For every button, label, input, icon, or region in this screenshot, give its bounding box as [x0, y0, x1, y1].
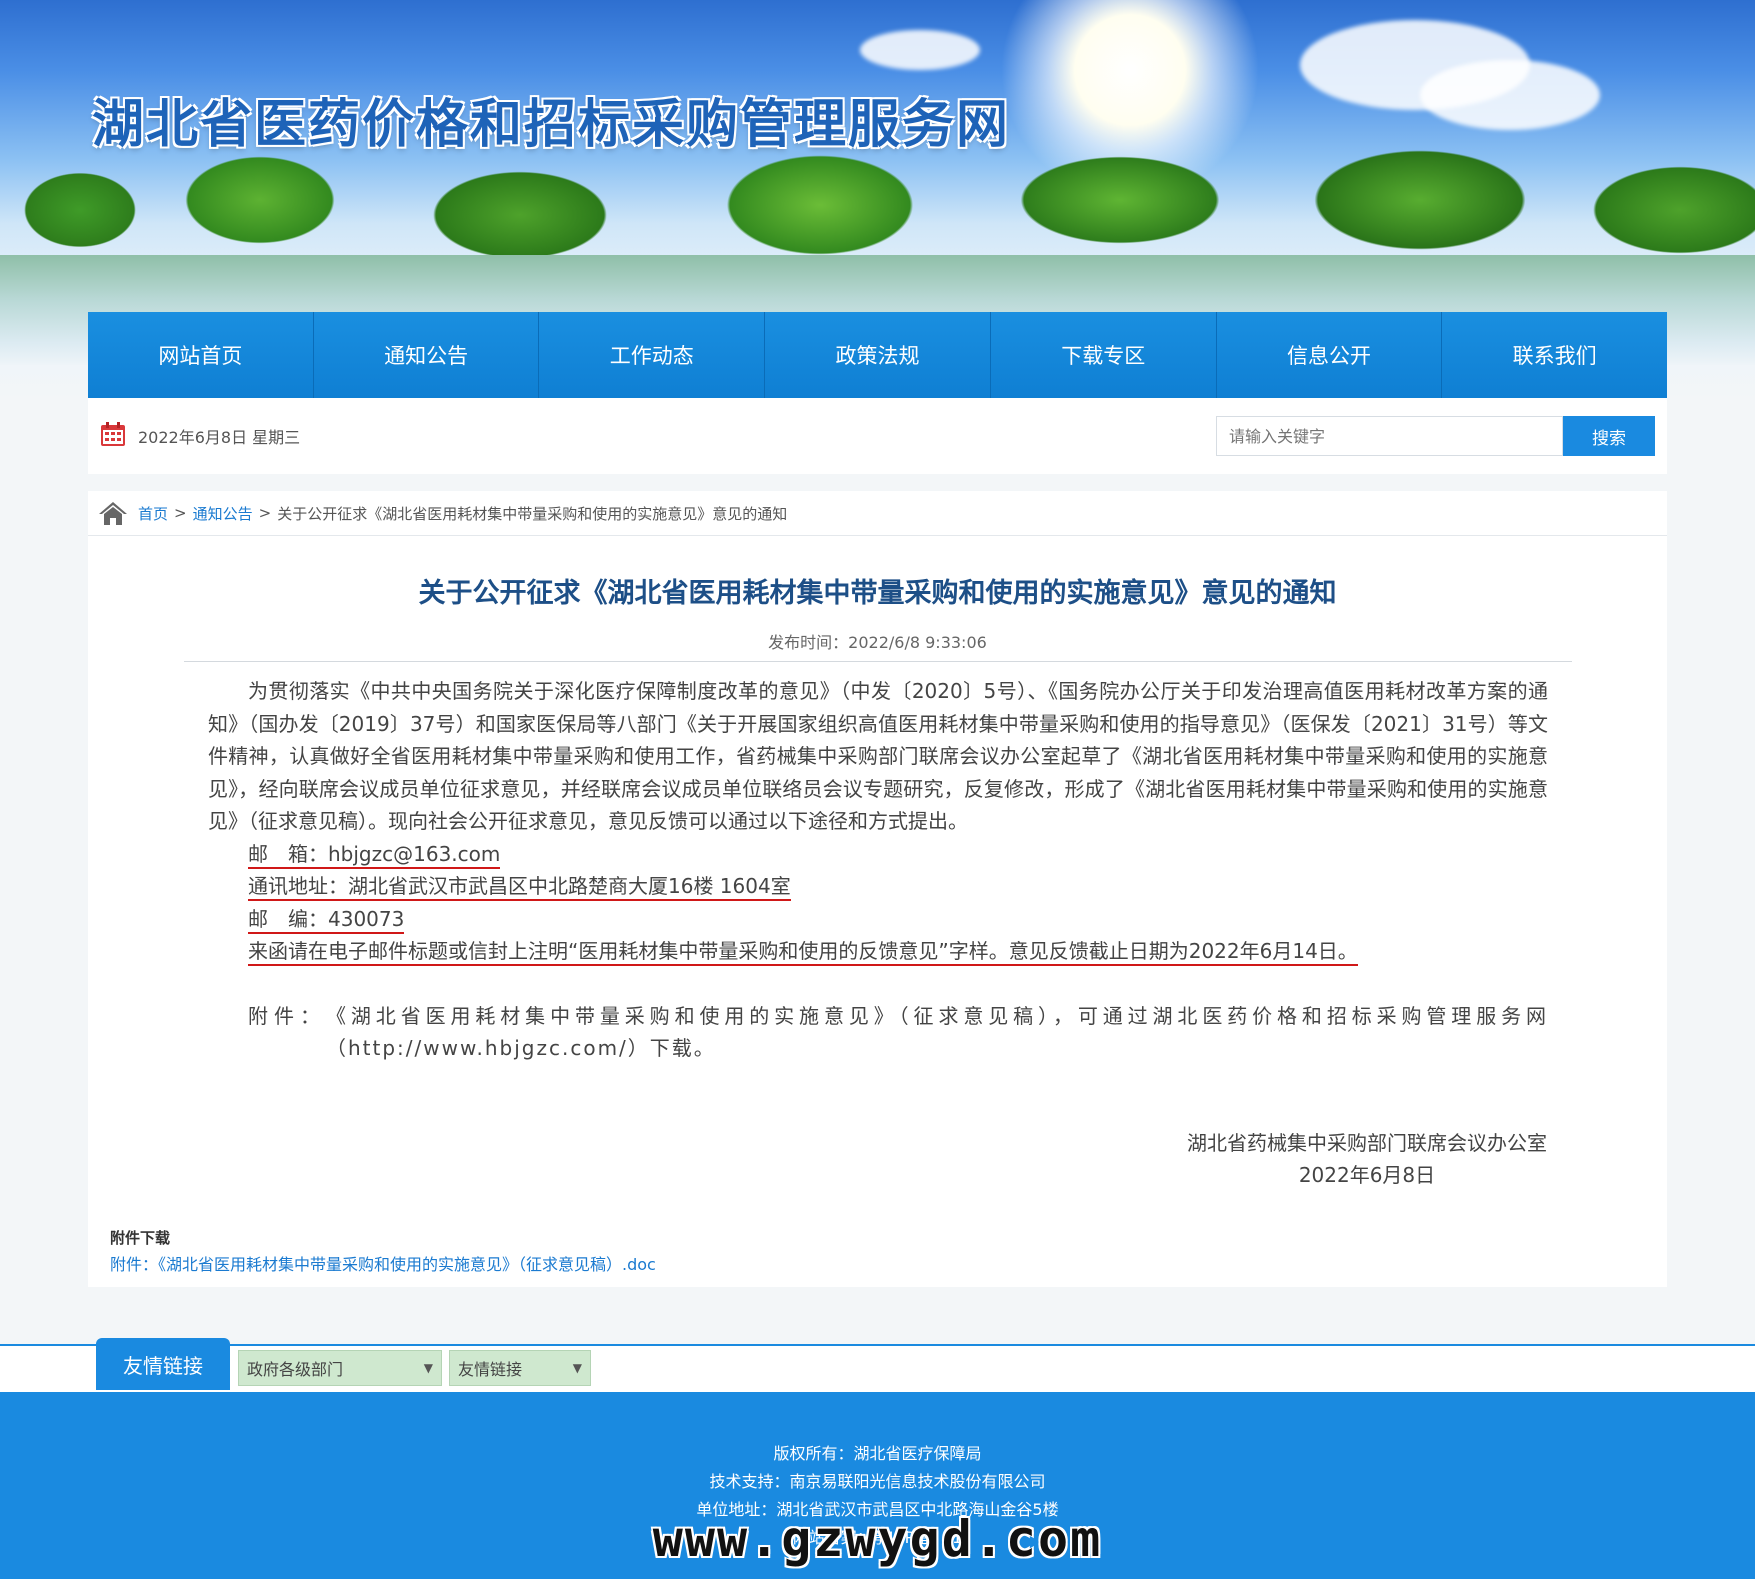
contact-postcode: 邮 编：430073	[248, 906, 405, 934]
search-input[interactable]	[1216, 416, 1563, 456]
calendar-icon	[101, 422, 125, 446]
nav-item-policies[interactable]: 政策法规	[765, 312, 991, 398]
gov-departments-select-value: 政府各级部门	[247, 1360, 344, 1379]
chevron-down-icon: ▼	[572, 1361, 582, 1375]
footer-tech-support: 技术支持：南京易联阳光信息技术股份有限公司	[709, 1472, 1046, 1491]
attachment-text: 《湖北省医用耗材集中带量采购和使用的实施意见》（征求意见稿），可通过湖北医药价格…	[326, 1003, 1548, 1061]
current-date: 2022年6月8日 星期三	[138, 428, 301, 447]
contact-address: 通讯地址：湖北省武汉市武昌区中北路楚商大厦16楼 1604室	[248, 874, 791, 901]
breadcrumb: 首页 > 通知公告 > 关于公开征求《湖北省医用耗材集中带量采购和使用的实施意见…	[88, 491, 1667, 536]
article-body: 为贯彻落实《中共中央国务院关于深化医疗保障制度改革的意见》（中发〔2020〕5号…	[208, 675, 1548, 1065]
search-button[interactable]: 搜索	[1563, 416, 1655, 456]
download-section-title: 附件下载	[110, 1229, 171, 1247]
friendly-links-tab: 友情链接	[96, 1338, 230, 1390]
watermark-text: www.gzwygd.com	[652, 1510, 1103, 1568]
nav-item-work-news[interactable]: 工作动态	[539, 312, 766, 398]
title-divider	[184, 661, 1572, 662]
attachment-label: 附件：	[248, 1003, 326, 1028]
article-title: 关于公开征求《湖北省医用耗材集中带量采购和使用的实施意见》意见的通知	[418, 578, 1337, 609]
attachment-paragraph: 附件： 《湖北省医用耗材集中带量采购和使用的实施意见》（征求意见稿），可通过湖北…	[208, 1000, 1548, 1065]
friendly-links-select-value: 友情链接	[458, 1360, 523, 1379]
info-bar: 2022年6月8日 星期三 搜索	[88, 398, 1667, 474]
contact-address-line: 通讯地址：湖北省武汉市武昌区中北路楚商大厦16楼 1604室	[208, 870, 1548, 903]
feedback-note: 来函请在电子邮件标题或信封上注明“医用耗材集中带量采购和使用的反馈意见”字样。意…	[248, 939, 1358, 966]
cloud-graphic	[860, 30, 980, 70]
contact-postcode-line: 邮 编：430073	[208, 903, 1548, 936]
signature-date: 2022年6月8日	[1298, 1163, 1436, 1187]
signature-block: 湖北省药械集中采购部门联席会议办公室 2022年6月8日	[1187, 1127, 1547, 1191]
article-panel: 首页 > 通知公告 > 关于公开征求《湖北省医用耗材集中带量采购和使用的实施意见…	[88, 491, 1667, 1287]
friendly-links-bar: 友情链接 政府各级部门 ▼ 友情链接 ▼	[0, 1338, 1755, 1392]
feedback-note-line: 来函请在电子邮件标题或信封上注明“医用耗材集中带量采购和使用的反馈意见”字样。意…	[208, 935, 1548, 968]
home-icon	[99, 502, 127, 525]
article-paragraph: 为贯彻落实《中共中央国务院关于深化医疗保障制度改革的意见》（中发〔2020〕5号…	[208, 679, 1548, 833]
breadcrumb-separator: >	[258, 504, 272, 522]
breadcrumb-section-link[interactable]: 通知公告	[193, 503, 253, 524]
breadcrumb-home-link[interactable]: 首页	[138, 503, 168, 524]
nav-item-home[interactable]: 网站首页	[88, 312, 314, 398]
breadcrumb-current: 关于公开征求《湖北省医用耗材集中带量采购和使用的实施意见》意见的通知	[277, 504, 788, 523]
breadcrumb-separator: >	[174, 504, 187, 522]
nav-item-downloads[interactable]: 下载专区	[991, 312, 1217, 398]
main-nav: 网站首页 通知公告 工作动态 政策法规 下载专区 信息公开 联系我们	[88, 312, 1667, 398]
contact-email-line: 邮 箱：hbjgzc@163.com	[208, 838, 1548, 871]
nav-item-notices[interactable]: 通知公告	[314, 312, 540, 398]
nav-item-info-disclosure[interactable]: 信息公开	[1217, 312, 1443, 398]
publish-time: 发布时间：2022/6/8 9:33:06	[768, 633, 987, 652]
attachment-download-link[interactable]: 附件：《湖北省医用耗材集中带量采购和使用的实施意见》（征求意见稿）.doc	[110, 1251, 656, 1275]
footer-copyright: 版权所有：湖北省医疗保障局	[773, 1444, 982, 1463]
signature-org: 湖北省药械集中采购部门联席会议办公室	[1187, 1131, 1547, 1155]
chevron-down-icon: ▼	[423, 1361, 433, 1375]
contact-email: 邮 箱：hbjgzc@163.com	[248, 841, 501, 869]
site-title: 湖北省医药价格和招标采购管理服务网	[92, 95, 1011, 155]
friendly-links-select[interactable]: 友情链接 ▼	[449, 1350, 591, 1386]
gov-departments-select[interactable]: 政府各级部门 ▼	[238, 1350, 442, 1386]
nav-item-contact[interactable]: 联系我们	[1442, 312, 1667, 398]
